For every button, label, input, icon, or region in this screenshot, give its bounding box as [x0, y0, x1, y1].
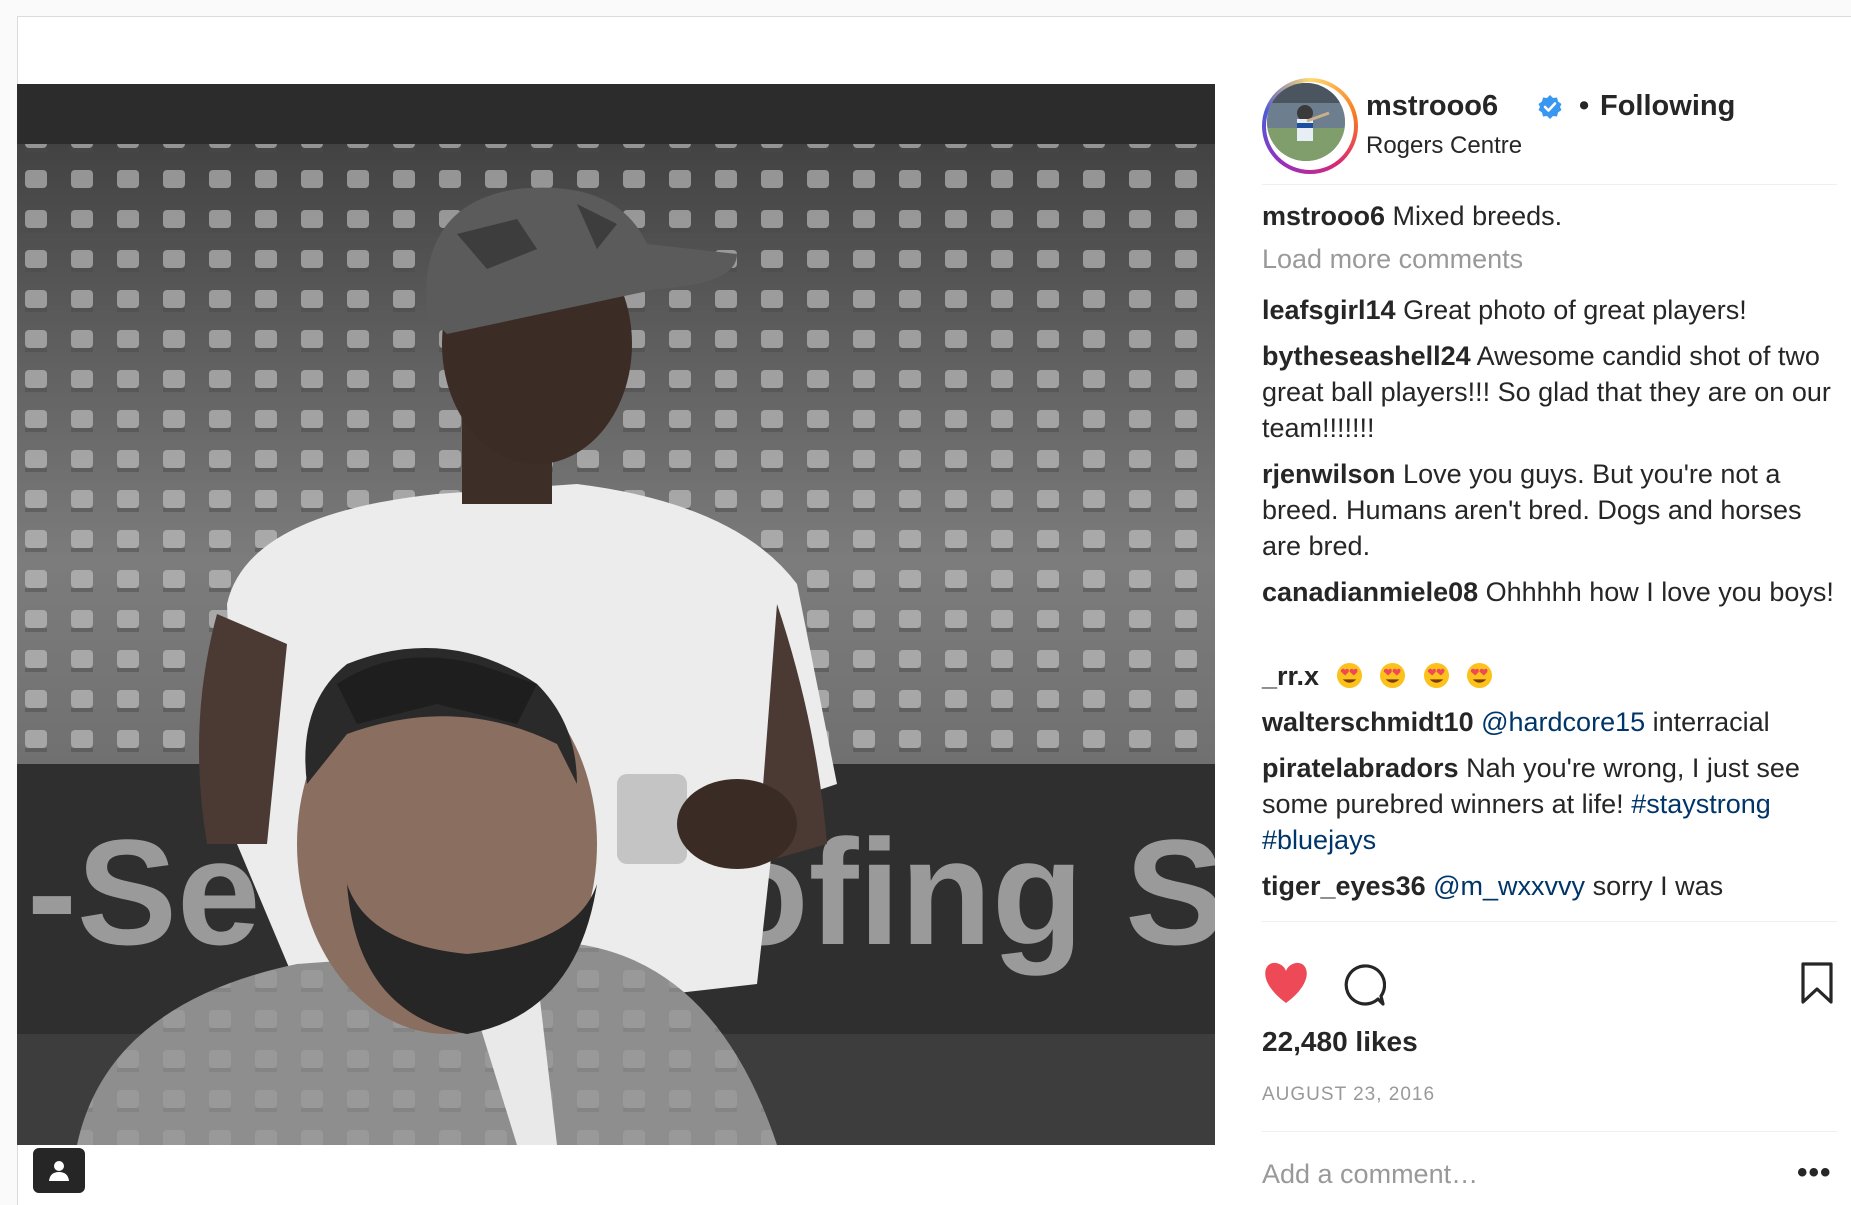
bookmark-icon[interactable] [1800, 961, 1834, 1005]
post-header: mstrooo6 • Following Rogers Centre [1262, 46, 1837, 174]
more-options-button[interactable]: ••• [1797, 1156, 1832, 1190]
following-button[interactable]: Following [1600, 90, 1735, 123]
heart-icon[interactable] [1262, 961, 1310, 1005]
comment-item: walterschmidt10 @hardcore15 interracial [1262, 704, 1837, 740]
post-author-username[interactable]: mstrooo6 [1366, 90, 1498, 123]
verified-badge-icon [1538, 95, 1562, 119]
comment-hashtag-link[interactable]: #bluejays [1262, 825, 1376, 855]
comment-mention-link[interactable]: @m_wxxvvy [1433, 871, 1585, 901]
comment-username[interactable]: canadianmiele08 [1262, 577, 1478, 607]
load-more-comments-button[interactable]: Load more comments [1262, 244, 1523, 275]
comment-username[interactable]: _rr.x [1262, 661, 1319, 691]
user-tag-icon [49, 1161, 69, 1181]
add-comment-input[interactable]: Add a comment… [1262, 1159, 1478, 1190]
caption: mstrooo6 Mixed breeds. [1262, 198, 1837, 234]
comment-item: _rr.x [1262, 658, 1837, 694]
comment-item: piratelabradors Nah you're wrong, I just… [1262, 750, 1837, 858]
likes-count[interactable]: 22,480 likes [1262, 1026, 1418, 1058]
comment-bubble-icon[interactable] [1342, 963, 1386, 1007]
comment-username[interactable]: bytheseashell24 [1262, 341, 1471, 371]
comment-username[interactable]: rjenwilson [1262, 459, 1396, 489]
comment-text: sorry I was [1592, 871, 1724, 901]
avatar-image [1267, 83, 1345, 161]
avatar[interactable] [1262, 78, 1358, 174]
caption-text: Mixed breeds. [1392, 201, 1563, 231]
comment-item: canadianmiele08 Ohhhhh how I love you bo… [1262, 574, 1837, 610]
comment-hashtag-link[interactable]: #staystrong [1631, 789, 1771, 819]
comment-text: interracial [1652, 707, 1770, 737]
separator-dot: • [1579, 90, 1590, 122]
post-date: AUGUST 23, 2016 [1262, 1084, 1436, 1105]
comment-username[interactable]: tiger_eyes36 [1262, 871, 1426, 901]
comment-mention-link[interactable]: @hardcore15 [1481, 707, 1645, 737]
heart-eyes-emoji-icon [1380, 662, 1406, 689]
comment-item: rjenwilson Love you guys. But you're not… [1262, 456, 1837, 564]
comment-text: Ohhhhh how I love you boys! [1485, 577, 1834, 607]
post-photo[interactable]: -Se ofing S [17, 84, 1215, 1145]
heart-eyes-emoji-icon [1336, 662, 1362, 689]
comment-username[interactable]: mstrooo6 [1262, 201, 1385, 231]
comments-divider [1262, 921, 1837, 922]
actions-divider [1262, 1131, 1837, 1132]
heart-eyes-emoji-icon [1467, 662, 1493, 689]
comment-username[interactable]: piratelabradors [1262, 753, 1459, 783]
comment-username[interactable]: leafsgirl14 [1262, 295, 1396, 325]
post-location-link[interactable]: Rogers Centre [1366, 132, 1522, 160]
comment-item: leafsgirl14 Great photo of great players… [1262, 292, 1837, 328]
tagged-users-button[interactable] [33, 1148, 85, 1193]
header-divider [1262, 184, 1837, 185]
comment-text: Great photo of great players! [1403, 295, 1747, 325]
comment-item: bytheseashell24 Awesome candid shot of t… [1262, 338, 1837, 446]
heart-eyes-emoji-icon [1423, 662, 1449, 689]
comment-username[interactable]: walterschmidt10 [1262, 707, 1474, 737]
photo-illustration: -Se ofing S [17, 84, 1215, 1145]
comment-item: tiger_eyes36 @m_wxxvvy sorry I was [1262, 868, 1837, 904]
action-bar [1262, 961, 1837, 1021]
